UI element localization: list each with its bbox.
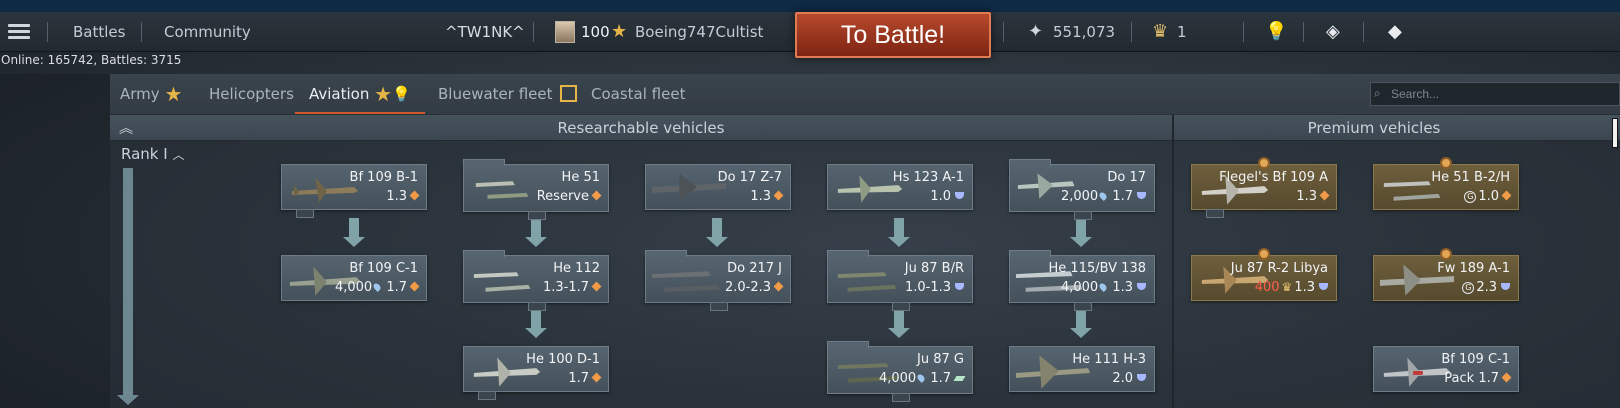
research-point-icon bbox=[1098, 191, 1109, 201]
premium-vehicle-card[interactable]: He 51 B-2/H G 1.0 bbox=[1373, 157, 1519, 210]
golden-eagles-balance[interactable]: 1 bbox=[1177, 12, 1187, 52]
vehicle-folder[interactable]: He 112 1.3-1.7 bbox=[463, 250, 609, 311]
tab-army[interactable]: Army ★ bbox=[120, 74, 182, 114]
vehicle-card[interactable]: Bf 109 B-1 1.3 bbox=[281, 164, 427, 218]
vehicle-folder[interactable]: He 51 Reserve bbox=[463, 159, 609, 220]
rank-diamond-icon bbox=[591, 190, 602, 201]
rank-diamond-icon bbox=[1319, 190, 1330, 201]
silver-lion-icon: ✦ bbox=[1028, 21, 1044, 42]
rank-gem-icon bbox=[1319, 283, 1328, 290]
vehicle-card[interactable]: Do 17 Z-7 1.3 bbox=[645, 164, 791, 210]
diamond-icon[interactable]: ◈ bbox=[1326, 12, 1340, 52]
aircraft-icon bbox=[473, 272, 531, 292]
crew-icon bbox=[478, 391, 496, 400]
search-input[interactable]: Search... bbox=[1370, 82, 1620, 106]
rank-gem-icon bbox=[1137, 283, 1146, 290]
search-icon: ⌕ bbox=[1374, 86, 1381, 100]
aircraft-icon bbox=[837, 272, 897, 292]
rank-diamond-icon bbox=[1501, 190, 1512, 201]
crew-icon bbox=[296, 209, 314, 218]
vehicle-folder[interactable]: He 115/BV 138 4,000 1.3 bbox=[1009, 250, 1155, 311]
vehicle-folder[interactable]: Ju 87 G 4,000 1.7 bbox=[827, 341, 973, 402]
vehicle-card[interactable]: Hs 123 A-1 1.0 bbox=[827, 164, 973, 210]
rank-diamond-icon bbox=[591, 372, 602, 383]
crew-icon bbox=[1206, 209, 1224, 218]
golden-eagle-icon: ♛ bbox=[1152, 21, 1169, 42]
battles-menu[interactable]: Battles bbox=[73, 12, 125, 52]
tab-coastal-fleet[interactable]: Coastal fleet bbox=[591, 74, 685, 114]
task-list-icon bbox=[560, 85, 578, 102]
gold-currency-icon: G bbox=[1464, 191, 1477, 203]
level-star-icon: ★ bbox=[611, 21, 628, 42]
modules-icon bbox=[892, 302, 910, 311]
rank-gem-icon bbox=[953, 376, 966, 381]
tab-bluewater-fleet[interactable]: Bluewater fleet bbox=[438, 74, 578, 114]
active-tab-indicator bbox=[295, 112, 425, 114]
premium-medal-icon bbox=[1440, 248, 1452, 260]
rank-arrow-icon bbox=[117, 395, 139, 405]
community-menu[interactable]: Community bbox=[164, 12, 251, 52]
hamburger-icon[interactable] bbox=[8, 24, 30, 40]
vehicle-folder[interactable]: Do 217 J 2.0-2.3 bbox=[645, 250, 791, 311]
tab-helicopters[interactable]: Helicopters bbox=[209, 74, 294, 114]
rank-diamond-icon bbox=[409, 281, 420, 292]
top-strip bbox=[0, 0, 1620, 12]
rank-gem-icon bbox=[955, 192, 964, 199]
tab-aviation[interactable]: Aviation ★💡 bbox=[309, 74, 411, 114]
rank-gem-icon bbox=[1137, 374, 1146, 381]
online-status: Online: 165742, Battles: 3715 bbox=[1, 53, 182, 67]
squadron-tag[interactable]: ^TW1NK^ bbox=[445, 12, 525, 52]
rank-diamond-icon bbox=[1501, 372, 1512, 383]
vehicle-folder[interactable]: Do 17 2,000 1.7 bbox=[1009, 159, 1155, 220]
researchable-header: Researchable vehicles bbox=[557, 119, 725, 137]
rank-gem-icon bbox=[1137, 192, 1146, 199]
silver-lions-balance[interactable]: 551,073 bbox=[1053, 12, 1115, 52]
rank-diamond-icon bbox=[773, 190, 784, 201]
rank-diamond-icon bbox=[409, 190, 420, 201]
player-level: 100 bbox=[581, 23, 610, 41]
modules-icon bbox=[1074, 302, 1092, 311]
rank-diamond-icon bbox=[773, 281, 784, 292]
research-point-icon bbox=[372, 282, 383, 292]
modules-icon bbox=[528, 302, 546, 311]
premium-medal-icon bbox=[1440, 157, 1452, 169]
modules-icon bbox=[892, 393, 910, 402]
premium-medal-icon bbox=[1258, 248, 1270, 260]
premium-vehicle-card[interactable]: Fw 189 A-1 G 2.3 bbox=[1373, 248, 1519, 301]
mouse-cursor bbox=[1612, 118, 1618, 148]
star-icon: ★ bbox=[374, 82, 393, 106]
rank-diamond-icon bbox=[591, 281, 602, 292]
aircraft-icon bbox=[651, 173, 727, 203]
vehicle-card[interactable]: He 111 H-3 2.0 bbox=[1009, 346, 1155, 392]
research-point-icon bbox=[1098, 282, 1109, 292]
rank-label: Rank I ︿ bbox=[121, 145, 185, 163]
lightbulb-icon: 💡 bbox=[392, 85, 411, 103]
rank-gem-icon bbox=[1501, 283, 1510, 290]
premium-medal-icon bbox=[1258, 157, 1270, 169]
vehicle-folder[interactable]: Ju 87 B/R 1.0-1.3 bbox=[827, 250, 973, 311]
vehicle-card[interactable]: Bf 109 C-1 4,000 1.7 bbox=[281, 255, 427, 301]
golden-eagle-icon: ♛ bbox=[1281, 280, 1293, 294]
premium-vehicle-card[interactable]: Bf 109 C-1 Pack 1.7 bbox=[1373, 346, 1519, 392]
modules-icon bbox=[1074, 211, 1092, 220]
premium-header: Premium vehicles bbox=[1307, 119, 1441, 137]
aircraft-icon bbox=[475, 181, 529, 199]
premium-vehicle-card[interactable]: Ju 87 R-2 Libya 400 ♛ 1.3 bbox=[1191, 248, 1337, 301]
aircraft-icon bbox=[651, 271, 721, 292]
research-point-icon bbox=[916, 373, 927, 383]
modules-icon bbox=[710, 302, 728, 311]
modules-icon bbox=[528, 211, 546, 220]
avatar[interactable] bbox=[555, 12, 575, 52]
battle-pass-icon[interactable]: ◆ bbox=[1388, 12, 1402, 52]
username[interactable]: Boeing747Cultist bbox=[635, 12, 763, 52]
lightbulb-icon[interactable]: 💡 bbox=[1265, 12, 1287, 52]
star-icon: ★ bbox=[164, 82, 183, 106]
gold-currency-icon: G bbox=[1462, 282, 1475, 294]
premium-vehicle-card[interactable]: Flegel's Bf 109 A 1.3 bbox=[1191, 157, 1337, 218]
vehicle-card[interactable]: He 100 D-1 1.7 bbox=[463, 346, 609, 400]
rank-gem-icon bbox=[955, 283, 964, 290]
chevron-up-icon[interactable]: ︿ bbox=[172, 148, 184, 162]
to-battle-button[interactable]: To Battle! bbox=[795, 12, 991, 58]
